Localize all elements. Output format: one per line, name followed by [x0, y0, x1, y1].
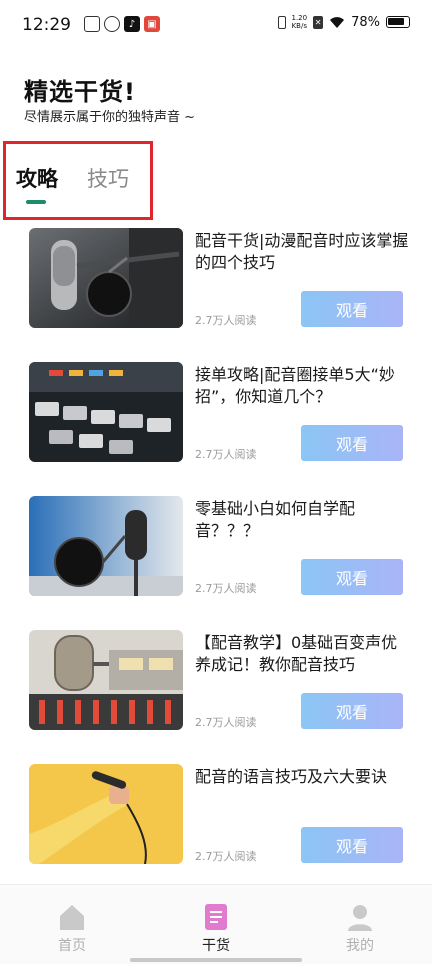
- sim-icon: [84, 16, 100, 32]
- article-thumbnail-vintage-microphone: [29, 630, 183, 730]
- article-thumbnail-studio-microphone: [29, 496, 183, 596]
- article-read-count: 2.7万人阅读: [195, 448, 257, 461]
- article-thumbnail-microphone-pop-filter: [29, 228, 183, 328]
- watch-button[interactable]: 观看: [301, 693, 403, 729]
- article-card[interactable]: 接单攻略|配音圈接单5大“妙招”，你知道几个？ 观看 2.7万人阅读: [0, 354, 432, 488]
- article-read-count: 2.7万人阅读: [195, 314, 257, 327]
- article-list: 配音干货|动漫配音时应该掌握的四个技巧 观看 2.7万人阅读 接单攻略|配音圈接…: [0, 220, 432, 884]
- wifi-icon: [330, 16, 345, 28]
- article-title[interactable]: 配音的语言技巧及六大要诀: [195, 766, 410, 788]
- battery-percent: 78%: [351, 14, 380, 30]
- article-title[interactable]: 零基础小白如何自学配音？？？: [195, 498, 410, 542]
- status-bar: 12:29 ♪ ▣ 1.20 KB/s ✕ 78%: [0, 0, 432, 50]
- no-sim-icon: ✕: [313, 15, 324, 29]
- home-icon: [60, 905, 84, 930]
- watch-button[interactable]: 观看: [301, 827, 403, 863]
- tiktok-icon: ♪: [124, 16, 140, 32]
- article-title[interactable]: 接单攻略|配音圈接单5大“妙招”，你知道几个？: [195, 364, 410, 408]
- nav-label-articles: 干货: [202, 938, 230, 954]
- net-speed-value: 1.20: [291, 14, 308, 22]
- app-store-icon: ▣: [144, 16, 160, 32]
- page-subtitle: 尽情展示属于你的独特声音 ~: [24, 110, 196, 125]
- article-thumbnail-mixing-console: [29, 362, 183, 462]
- watch-button[interactable]: 观看: [301, 425, 403, 461]
- profile-icon: [348, 905, 372, 931]
- nav-articles[interactable]: 干货: [186, 903, 246, 955]
- article-read-count: 2.7万人阅读: [195, 716, 257, 729]
- watch-button[interactable]: 观看: [301, 559, 403, 595]
- bottom-nav: 首页 干货 我的: [0, 884, 432, 964]
- nav-home[interactable]: 首页: [42, 903, 102, 955]
- status-app-icons: ♪ ▣: [84, 16, 160, 32]
- article-read-count: 2.7万人阅读: [195, 850, 257, 863]
- article-read-count: 2.7万人阅读: [195, 582, 257, 595]
- article-thumbnail-hand-microphone: [29, 764, 183, 864]
- vibrate-icon: [277, 15, 286, 29]
- net-speed: 1.20 KB/s: [292, 14, 308, 30]
- page-header: 精选干货! 尽情展示属于你的独特声音 ~: [0, 50, 432, 150]
- nav-profile[interactable]: 我的: [330, 903, 390, 955]
- tab-tips[interactable]: 技巧: [87, 163, 129, 193]
- tab-strategy[interactable]: 攻略: [16, 163, 58, 193]
- nav-label-profile: 我的: [346, 938, 374, 954]
- article-card[interactable]: 【配音教学】0基础百变声优养成记！教你配音技巧 观看 2.7万人阅读: [0, 622, 432, 756]
- article-title[interactable]: 配音干货|动漫配音时应该掌握的四个技巧: [195, 230, 410, 274]
- category-tabs: 攻略 技巧: [0, 150, 432, 220]
- home-indicator: [130, 958, 302, 962]
- app-icon: [104, 16, 120, 32]
- article-card[interactable]: 零基础小白如何自学配音？？？ 观看 2.7万人阅读: [0, 488, 432, 622]
- document-icon: [205, 904, 227, 930]
- article-card[interactable]: 配音的语言技巧及六大要诀 观看 2.7万人阅读: [0, 756, 432, 890]
- watch-button[interactable]: 观看: [301, 291, 403, 327]
- tab-active-indicator: [26, 200, 46, 204]
- status-indicators: 1.20 KB/s ✕ 78%: [277, 14, 410, 30]
- battery-icon: [386, 16, 410, 28]
- article-title[interactable]: 【配音教学】0基础百变声优养成记！教你配音技巧: [195, 632, 410, 676]
- status-time: 12:29: [22, 15, 71, 35]
- net-speed-unit: KB/s: [291, 22, 307, 30]
- page-title: 精选干货!: [24, 78, 136, 106]
- article-card[interactable]: 配音干货|动漫配音时应该掌握的四个技巧 观看 2.7万人阅读: [0, 220, 432, 354]
- nav-label-home: 首页: [58, 938, 86, 954]
